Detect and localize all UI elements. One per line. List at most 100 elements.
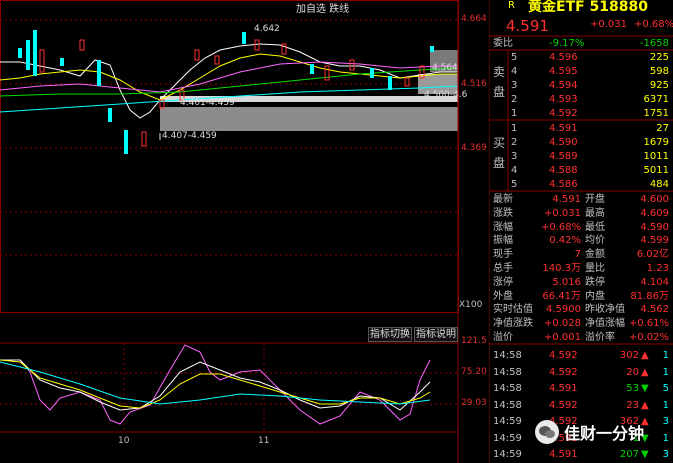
indicator-yellow-line (0, 359, 431, 409)
stat-value: 66.41万 (542, 290, 581, 302)
trade-time: 14:59 (493, 432, 522, 444)
stat-value: 4.562 (640, 304, 669, 316)
trade-price: 4.592 (549, 366, 578, 378)
trade-row: 14:58 4.592 23 ▲ 1 (489, 398, 673, 413)
stat-label: 总手 (493, 263, 513, 274)
stat-row: 最新 4.591 开盘 4.600 (489, 192, 673, 207)
up-arrow-icon: ▲ (641, 399, 649, 411)
stat-value: 4.609 (640, 207, 669, 219)
stat-label: 涨跌 (493, 207, 513, 219)
stat-label: 现手 (493, 249, 513, 261)
trade-count: 1 (662, 432, 669, 444)
band-label-3: 4.564 (432, 63, 458, 73)
trade-time: 14:58 (493, 399, 522, 411)
trade-time: 14:59 (493, 449, 522, 460)
trade-volume: 20 (626, 366, 639, 378)
x-axis-10: 10 (118, 436, 130, 446)
level-price: 4.586 (549, 179, 578, 190)
x-axis-11: 11 (258, 436, 270, 446)
watermark-text: 佳财一分钟 (564, 424, 645, 443)
quote-panel: 委比 -9.17% -1658 卖盘 买盘 5 4.596 225 4 4.595 598… (489, 0, 673, 463)
stat-label: 涨幅 (493, 221, 513, 233)
stat-label: 最新 (493, 194, 513, 205)
down-arrow-icon: ▼ (641, 383, 649, 394)
stat-value: 140.3万 (542, 263, 581, 274)
level-price: 4.591 (549, 123, 578, 134)
level-number: 1 (511, 108, 518, 119)
trade-count: 3 (662, 416, 669, 427)
level-price: 4.589 (549, 151, 578, 162)
indicator-magenta-line (0, 344, 431, 425)
stat-value: +0.68% (541, 221, 582, 233)
stat-row: 实时估值 4.5900 昨收净值 4.562 (489, 302, 673, 317)
high-price-label: 4.642 (254, 24, 280, 34)
level-price: 4.590 (549, 137, 578, 148)
stat-value: 81.86万 (630, 290, 669, 302)
trade-count: 3 (662, 449, 669, 460)
sell-level-row: 1 4.592 1751 (489, 106, 673, 121)
stat-label: 内盘 (585, 290, 605, 302)
stat-row: 涨跌 +0.031 最高 4.609 (489, 206, 673, 221)
level-price: 4.596 (549, 52, 578, 63)
stat-value: +0.031 (543, 207, 581, 219)
trade-time: 14:58 (493, 350, 522, 361)
level-volume: 27 (656, 123, 669, 134)
level-price: 4.595 (549, 66, 578, 77)
indicator-switch-button[interactable]: 指标切换 (368, 327, 412, 342)
scale-label: X100 (459, 300, 483, 310)
trade-row: 14:58 4.591 53 ▼ 5 (489, 381, 673, 396)
sell-level-row: 4 4.595 598 (489, 64, 673, 79)
level-price: 4.594 (549, 80, 578, 91)
trade-time: 14:58 (493, 383, 522, 394)
stat-label: 实时估值 (493, 304, 533, 316)
trade-volume: 207 (619, 449, 639, 460)
stat-value: +0.02% (628, 332, 669, 343)
stat-label: 昨收净值 (585, 304, 625, 316)
weibi-value: -9.17% (549, 38, 585, 49)
stat-value: 4.599 (640, 235, 669, 247)
trade-count: 1 (662, 366, 669, 378)
sub-y-mid: 75.20 (461, 367, 487, 377)
level-volume: 598 (649, 66, 669, 77)
trade-count: 5 (662, 383, 669, 394)
chart-area (0, 0, 459, 463)
trade-volume: 302 (619, 350, 639, 361)
stat-label: 溢价率 (585, 332, 615, 343)
level-volume: 5011 (643, 165, 669, 176)
level-volume: 6371 (643, 94, 669, 105)
buy-level-row: 4 4.588 5011 (489, 163, 673, 178)
trade-volume: 23 (626, 399, 639, 411)
stat-label: 金额 (585, 249, 605, 261)
main-chart-frame (0, 0, 459, 313)
trade-row: 14:58 4.592 302 ▲ 1 (489, 348, 673, 363)
stat-value: 7 (574, 249, 581, 261)
level-number: 3 (511, 151, 518, 162)
stat-value: +0.028 (543, 318, 581, 330)
stat-label: 量比 (585, 263, 605, 274)
stat-value: 4.591 (552, 194, 581, 205)
stat-value: 5.016 (552, 276, 581, 288)
weibi-diff: -1658 (639, 38, 669, 49)
buy-level-row: 3 4.589 1011 (489, 149, 673, 164)
level-number: 2 (511, 94, 518, 105)
up-arrow-icon: ▲ (641, 366, 649, 378)
stat-value: 6.02亿 (636, 249, 669, 261)
trade-price: 4.592 (549, 350, 578, 361)
stat-row: 涨停 5.016 跌停 4.104 (489, 275, 673, 290)
stat-row: 总手 140.3万 量比 1.23 (489, 261, 673, 276)
indicator-help-button[interactable]: 指标说明 (414, 327, 458, 342)
trade-price: 4.591 (549, 449, 578, 460)
stat-label: 净值涨跌 (493, 318, 533, 330)
price-band-2 (160, 107, 458, 131)
level-number: 4 (511, 165, 518, 176)
stat-label: 涨停 (493, 276, 513, 288)
trade-row: 14:59 4.591 207 ▼ 3 (489, 447, 673, 462)
trade-count: 1 (662, 399, 669, 411)
weibi-label: 委比 (493, 38, 513, 49)
sell-level-row: 5 4.596 225 (489, 50, 673, 65)
left-tabs[interactable]: 加自选 跌线 (296, 0, 349, 15)
down-arrow-icon: ▼ (641, 449, 649, 460)
stat-label: 均价 (585, 235, 605, 247)
trade-price: 4.592 (549, 399, 578, 411)
stat-label: 净值涨幅 (585, 318, 625, 330)
